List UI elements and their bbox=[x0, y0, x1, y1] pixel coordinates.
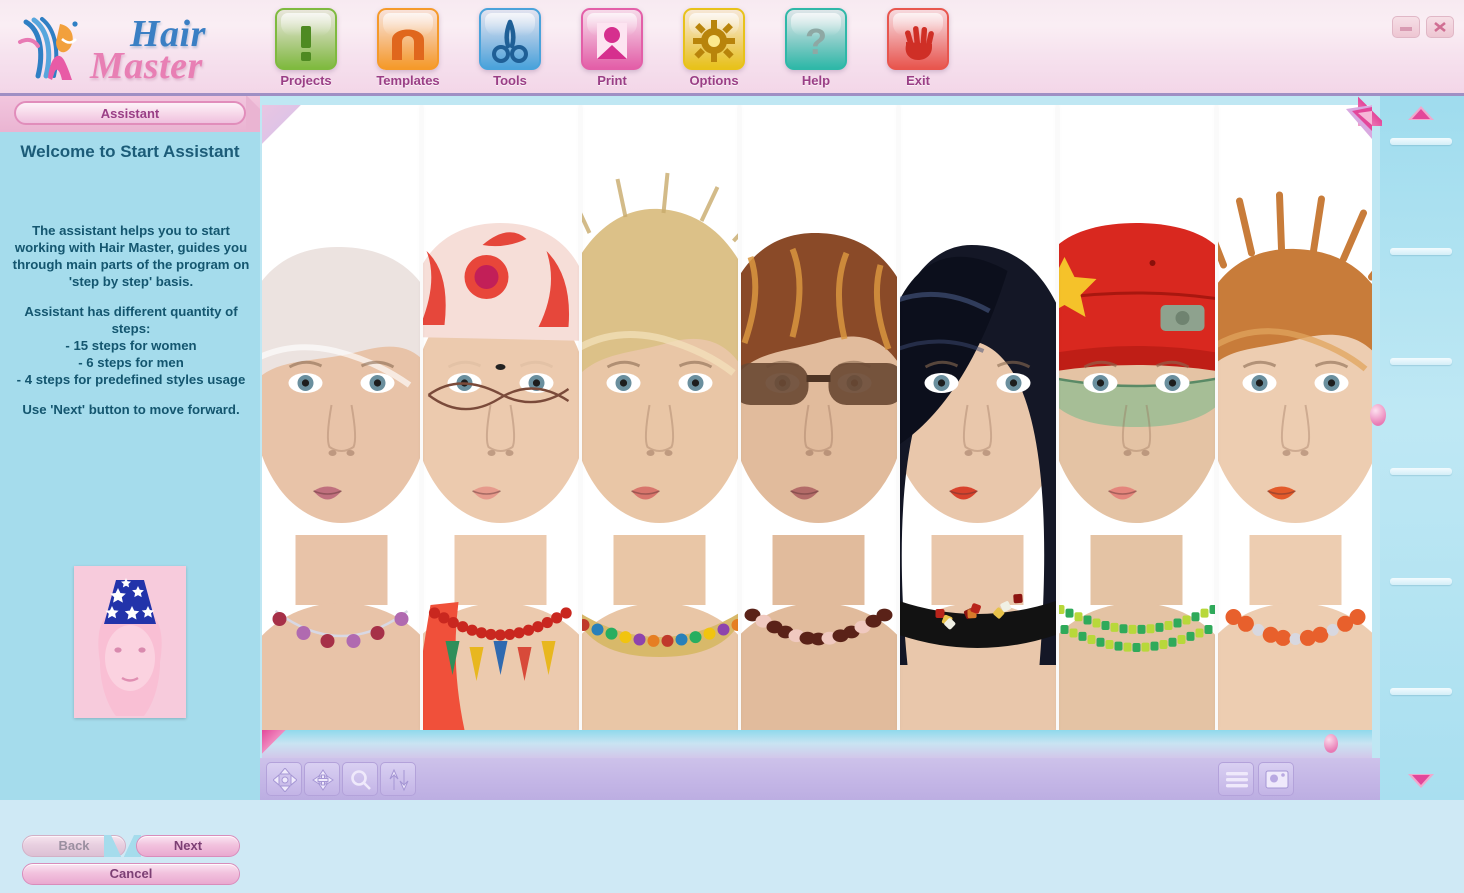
gallery-separator bbox=[579, 105, 582, 730]
toolbar-button-print[interactable]: Print bbox=[568, 6, 656, 96]
pink-corner-triangle-icon bbox=[1346, 105, 1372, 139]
photo-icon bbox=[1265, 770, 1289, 789]
gallery-portrait-black-asymmetric-bob[interactable] bbox=[898, 105, 1057, 730]
pan-tool[interactable] bbox=[266, 762, 302, 796]
question-mark-icon: ? bbox=[785, 8, 847, 70]
main-stage bbox=[260, 96, 1380, 800]
photo-view-button[interactable] bbox=[1258, 762, 1294, 796]
assistant-paragraph: The assistant helps you to start working … bbox=[12, 223, 250, 289]
close-icon bbox=[1434, 21, 1446, 33]
pink-tinted-portrait-with-star-hat-thumbnail bbox=[74, 566, 186, 718]
exclamation-icon bbox=[275, 8, 337, 70]
toolbar-button-label: Options bbox=[689, 73, 739, 88]
portrait-print-icon bbox=[581, 8, 643, 70]
assistant-actions: Back Next Cancel bbox=[0, 829, 260, 893]
right-panel-divider bbox=[1390, 358, 1452, 365]
scroll-down-button[interactable] bbox=[1406, 772, 1436, 790]
stop-hand-icon bbox=[887, 8, 949, 70]
canvas-bottom-strip bbox=[262, 730, 1372, 758]
sidebar-tab-row: Assistant bbox=[0, 96, 260, 132]
canvas-corner-top-left-icon bbox=[262, 105, 302, 145]
right-panel-divider bbox=[1390, 248, 1452, 255]
flip-tool[interactable] bbox=[380, 762, 416, 796]
gallery-portrait-ginger-spiky-pixie[interactable] bbox=[1216, 105, 1372, 730]
toolbar-button-label: Tools bbox=[493, 73, 527, 88]
right-panel-divider bbox=[1390, 138, 1452, 145]
toolbar-button-exit[interactable]: Exit bbox=[874, 6, 962, 96]
toolbar-button-label: Help bbox=[801, 73, 831, 88]
gallery-separator bbox=[1056, 105, 1059, 730]
gallery-separator bbox=[738, 105, 741, 730]
toolbar-button-label: Templates bbox=[376, 73, 440, 88]
gallery-portrait-red-cap-with-green-visor[interactable] bbox=[1057, 105, 1216, 730]
application-header: Hair Master Projects Templates Tools Print O… bbox=[0, 0, 1464, 96]
toolbar-button-projects[interactable]: Projects bbox=[262, 6, 350, 96]
brand-logo: Hair Master bbox=[8, 4, 258, 92]
toolbar-button-label: Projects bbox=[280, 73, 332, 88]
assistant-paragraph: Assistant has different quantity of steps… bbox=[16, 304, 246, 387]
close-button[interactable] bbox=[1426, 16, 1454, 38]
gallery-portrait-tousled-golden-blonde[interactable] bbox=[580, 105, 739, 730]
right-panel-divider bbox=[1390, 468, 1452, 475]
strip-corner-icon bbox=[262, 730, 288, 756]
minimize-icon bbox=[1400, 27, 1412, 31]
hair-master-logo-icon bbox=[18, 17, 78, 80]
magnifier-icon bbox=[351, 770, 371, 790]
tab-assistant[interactable]: Assistant bbox=[14, 101, 246, 125]
toolbar-button-options[interactable]: Options bbox=[670, 6, 758, 96]
right-scroll-panel bbox=[1358, 96, 1464, 800]
gear-icon bbox=[683, 8, 745, 70]
zoom-tool[interactable] bbox=[342, 762, 378, 796]
bottom-toolbar bbox=[260, 758, 1380, 800]
view-mode-group bbox=[1218, 762, 1294, 796]
scissors-icon bbox=[479, 8, 541, 70]
move-tool[interactable] bbox=[304, 762, 340, 796]
minimize-button[interactable] bbox=[1392, 16, 1420, 38]
toolbar-button-label: Exit bbox=[906, 73, 930, 88]
assistant-description: The assistant helps you to start working … bbox=[6, 222, 256, 431]
toolbar-button-help[interactable]: ? Help bbox=[772, 6, 860, 96]
assistant-paragraph: Use 'Next' button to move forward. bbox=[22, 402, 240, 417]
toolbar-button-templates[interactable]: Templates bbox=[364, 6, 452, 96]
gallery-separator bbox=[1215, 105, 1218, 730]
canvas-corner-top-right-icon bbox=[1338, 105, 1372, 145]
brand-line-2: Master bbox=[90, 45, 203, 87]
back-button[interactable]: Back bbox=[22, 835, 126, 857]
four-way-arrows-icon bbox=[273, 768, 297, 792]
arch-template-icon bbox=[377, 8, 439, 70]
assistant-title: Welcome to Start Assistant bbox=[20, 142, 240, 161]
list-lines-icon bbox=[1226, 772, 1248, 788]
toolbar-button-label: Print bbox=[597, 73, 627, 88]
brand-wordmark: Hair Master bbox=[90, 6, 256, 92]
list-view-button[interactable] bbox=[1218, 762, 1254, 796]
scroll-up-triangle-icon bbox=[1408, 106, 1434, 120]
window-controls bbox=[1392, 16, 1456, 38]
preview-thumbnail[interactable] bbox=[74, 566, 186, 718]
hair-master-window: Hair Master Projects Templates Tools Print O… bbox=[0, 0, 1464, 885]
scroll-up-button[interactable] bbox=[1406, 104, 1436, 122]
converging-arrows-icon bbox=[312, 769, 334, 791]
right-panel-handle-bead[interactable] bbox=[1370, 404, 1386, 426]
gallery-separator bbox=[420, 105, 423, 730]
gallery-portrait-auburn-layered-with-sunglasses[interactable] bbox=[739, 105, 898, 730]
scroll-down-triangle-icon bbox=[1408, 774, 1434, 788]
svg-text:?: ? bbox=[805, 21, 827, 62]
cancel-button[interactable]: Cancel bbox=[22, 863, 240, 885]
gallery-portrait-platinum-blonde-short-crop[interactable] bbox=[262, 105, 421, 730]
toolbar-button-tools[interactable]: Tools bbox=[466, 6, 554, 96]
gallery-separator bbox=[897, 105, 900, 730]
right-panel-divider bbox=[1390, 578, 1452, 585]
portrait-gallery[interactable] bbox=[262, 105, 1372, 730]
up-down-arrows-icon bbox=[389, 768, 409, 792]
right-panel-divider bbox=[1390, 688, 1452, 695]
strip-handle-bead[interactable] bbox=[1324, 734, 1338, 753]
gallery-portrait-red-floral-bandana-with-glasses[interactable] bbox=[421, 105, 580, 730]
next-button[interactable]: Next bbox=[136, 835, 240, 857]
assistant-sidebar: Assistant Welcome to Start Assistant The… bbox=[0, 96, 282, 885]
